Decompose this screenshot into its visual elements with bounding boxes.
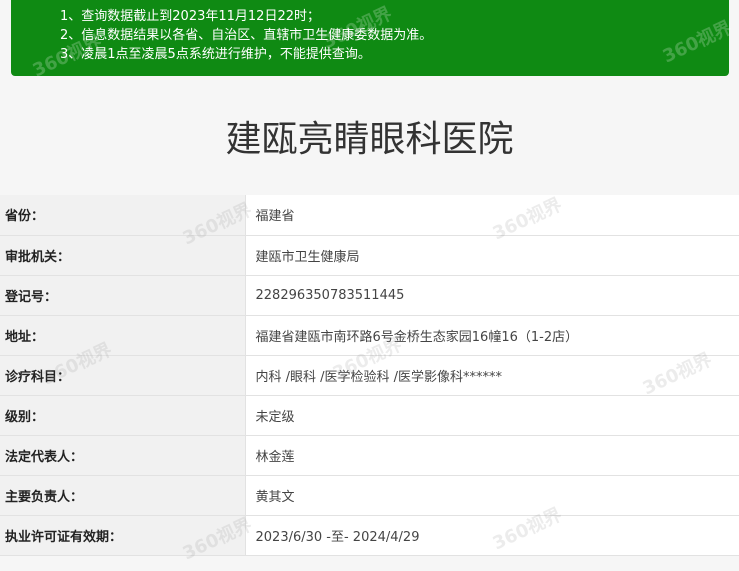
field-label-approval-authority: 审批机关： bbox=[0, 235, 246, 276]
field-label-province: 省份： bbox=[0, 195, 246, 236]
table-row: 登记号： 228296350783511445 bbox=[0, 275, 739, 316]
field-label-address: 地址： bbox=[0, 315, 246, 356]
field-label-registration-number: 登记号： bbox=[0, 275, 246, 316]
field-value-registration-number: 228296350783511445 bbox=[245, 275, 739, 316]
table-row: 地址： 福建省建瓯市南环路6号金桥生态家园16幢16（1-2店） bbox=[0, 315, 739, 356]
table-row: 审批机关： 建瓯市卫生健康局 bbox=[0, 235, 739, 276]
table-row: 执业许可证有效期： 2023/6/30 -至- 2024/4/29 bbox=[0, 515, 739, 556]
field-value-legal-representative: 林金莲 bbox=[245, 435, 739, 476]
field-value-approval-authority: 建瓯市卫生健康局 bbox=[245, 235, 739, 276]
field-value-level: 未定级 bbox=[245, 395, 739, 436]
field-value-departments: 内科 /眼科 /医学检验科 /医学影像科****** bbox=[245, 355, 739, 396]
field-label-departments: 诊疗科目： bbox=[0, 355, 246, 396]
table-row: 诊疗科目： 内科 /眼科 /医学检验科 /医学影像科****** bbox=[0, 355, 739, 396]
field-label-principal-manager: 主要负责人： bbox=[0, 475, 246, 516]
field-label-license-validity: 执业许可证有效期： bbox=[0, 515, 246, 556]
table-row: 级别： 未定级 bbox=[0, 395, 739, 436]
notice-line-2: 2、信息数据结果以各省、自治区、直辖市卫生健康委数据为准。 bbox=[60, 28, 433, 43]
field-value-address: 福建省建瓯市南环路6号金桥生态家园16幢16（1-2店） bbox=[245, 315, 739, 356]
field-label-legal-representative: 法定代表人： bbox=[0, 435, 246, 476]
notice-line-1: 1、查询数据截止到2023年11月12日22时； bbox=[60, 9, 320, 24]
field-value-principal-manager: 黄其文 bbox=[245, 475, 739, 516]
field-label-level: 级别： bbox=[0, 395, 246, 436]
table-row: 法定代表人： 林金莲 bbox=[0, 435, 739, 476]
notice-line-3: 3、凌晨1点至凌晨5点系统进行维护，不能提供查询。 bbox=[60, 47, 371, 62]
hospital-info-table: 省份： 福建省 审批机关： 建瓯市卫生健康局 登记号： 228296350783… bbox=[0, 195, 739, 556]
notice-banner: 1、查询数据截止到2023年11月12日22时； 2、信息数据结果以各省、自治区… bbox=[11, 0, 729, 76]
page-title: 建瓯亮睛眼科医院 bbox=[225, 119, 514, 160]
field-value-license-validity: 2023/6/30 -至- 2024/4/29 bbox=[245, 515, 739, 556]
table-row: 省份： 福建省 bbox=[0, 195, 739, 236]
table-row: 主要负责人： 黄其文 bbox=[0, 475, 739, 516]
field-value-province: 福建省 bbox=[245, 195, 739, 236]
